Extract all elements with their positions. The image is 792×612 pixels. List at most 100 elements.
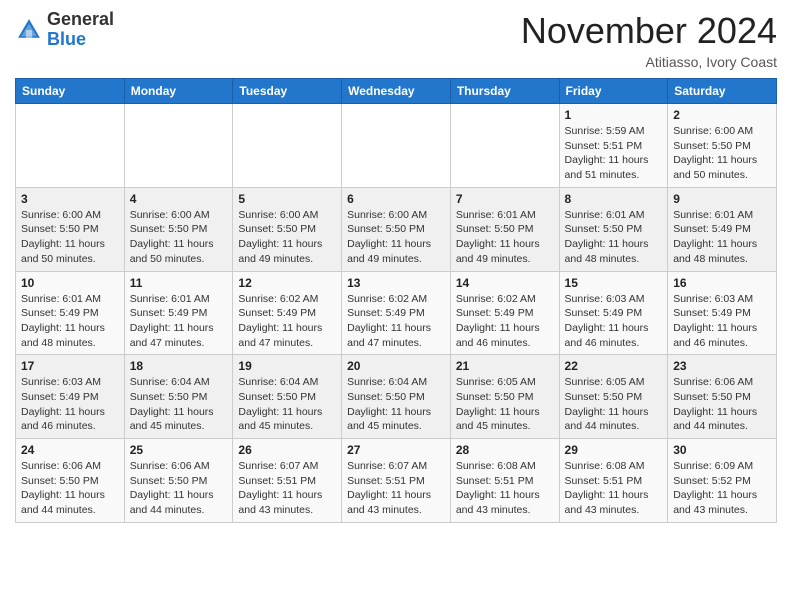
day-info: Sunrise: 6:05 AMSunset: 5:50 PMDaylight:…	[565, 375, 663, 434]
table-row: 15 Sunrise: 6:03 AMSunset: 5:49 PMDayligh…	[559, 271, 668, 355]
table-row: 17 Sunrise: 6:03 AMSunset: 5:49 PMDayligh…	[16, 355, 125, 439]
day-info: Sunrise: 6:01 AMSunset: 5:50 PMDaylight:…	[565, 208, 663, 267]
calendar-header: SundayMondayTuesdayWednesdayThursdayFrid…	[16, 79, 777, 104]
calendar-body: 1 Sunrise: 5:59 AMSunset: 5:51 PMDaylight…	[16, 104, 777, 523]
table-row: 5Sunrise: 6:00 AMSunset: 5:50 PMDaylight…	[233, 187, 342, 271]
weekday-header-thursday: Thursday	[450, 79, 559, 104]
day-number: 11	[130, 276, 228, 290]
calendar-table: SundayMondayTuesdayWednesdayThursdayFrid…	[15, 78, 777, 523]
table-row: 21Sunrise: 6:05 AMSunset: 5:50 PMDayligh…	[450, 355, 559, 439]
day-info: Sunrise: 6:04 AMSunset: 5:50 PMDaylight:…	[238, 375, 336, 434]
day-number: 8	[565, 192, 663, 206]
day-info: Sunrise: 6:01 AMSunset: 5:49 PMDaylight:…	[673, 208, 771, 267]
day-info: Sunrise: 6:02 AMSunset: 5:49 PMDaylight:…	[456, 292, 554, 351]
calendar-week-1: 1 Sunrise: 5:59 AMSunset: 5:51 PMDaylight…	[16, 104, 777, 188]
logo-blue: Blue	[47, 29, 86, 49]
header: General Blue November 2024 Atitiasso, Iv…	[15, 10, 777, 70]
calendar-week-3: 10 Sunrise: 6:01 AMSunset: 5:49 PMDayligh…	[16, 271, 777, 355]
day-number: 13	[347, 276, 445, 290]
day-info: Sunrise: 6:00 AMSunset: 5:50 PMDaylight:…	[130, 208, 228, 267]
logo-icon	[15, 16, 43, 44]
table-row: 26 Sunrise: 6:07 AMSunset: 5:51 PMDayligh…	[233, 439, 342, 523]
day-info: Sunrise: 6:00 AMSunset: 5:50 PMDaylight:…	[238, 208, 336, 267]
table-row: 8 Sunrise: 6:01 AMSunset: 5:50 PMDaylight…	[559, 187, 668, 271]
table-row: 2Sunrise: 6:00 AMSunset: 5:50 PMDaylight…	[668, 104, 777, 188]
day-number: 1	[565, 108, 663, 122]
table-row: 6Sunrise: 6:00 AMSunset: 5:50 PMDaylight…	[342, 187, 451, 271]
day-info: Sunrise: 6:00 AMSunset: 5:50 PMDaylight:…	[347, 208, 445, 267]
weekday-header-monday: Monday	[124, 79, 233, 104]
table-row	[124, 104, 233, 188]
table-row: 11 Sunrise: 6:01 AMSunset: 5:49 PMDayligh…	[124, 271, 233, 355]
location: Atitiasso, Ivory Coast	[521, 54, 777, 70]
table-row: 27 Sunrise: 6:07 AMSunset: 5:51 PMDayligh…	[342, 439, 451, 523]
logo-general: General	[47, 9, 114, 29]
table-row: 16Sunrise: 6:03 AMSunset: 5:49 PMDayligh…	[668, 271, 777, 355]
day-info: Sunrise: 6:01 AMSunset: 5:50 PMDaylight:…	[456, 208, 554, 267]
month-title: November 2024	[521, 10, 777, 52]
day-info: Sunrise: 6:02 AMSunset: 5:49 PMDaylight:…	[238, 292, 336, 351]
table-row	[450, 104, 559, 188]
day-info: Sunrise: 6:08 AMSunset: 5:51 PMDaylight:…	[565, 459, 663, 518]
day-info: Sunrise: 6:07 AMSunset: 5:51 PMDaylight:…	[238, 459, 336, 518]
day-number: 14	[456, 276, 554, 290]
weekday-header-friday: Friday	[559, 79, 668, 104]
table-row: 3 Sunrise: 6:00 AMSunset: 5:50 PMDaylight…	[16, 187, 125, 271]
day-info: Sunrise: 6:03 AMSunset: 5:49 PMDaylight:…	[21, 375, 119, 434]
day-number: 23	[673, 359, 771, 373]
table-row: 23 Sunrise: 6:06 AMSunset: 5:50 PMDayligh…	[668, 355, 777, 439]
day-number: 28	[456, 443, 554, 457]
day-info: Sunrise: 6:00 AMSunset: 5:50 PMDaylight:…	[21, 208, 119, 267]
day-number: 15	[565, 276, 663, 290]
day-number: 29	[565, 443, 663, 457]
table-row: 18 Sunrise: 6:04 AMSunset: 5:50 PMDayligh…	[124, 355, 233, 439]
day-info: Sunrise: 6:06 AMSunset: 5:50 PMDaylight:…	[130, 459, 228, 518]
day-info: Sunrise: 6:09 AMSunset: 5:52 PMDaylight:…	[673, 459, 771, 518]
day-number: 25	[130, 443, 228, 457]
day-info: Sunrise: 6:01 AMSunset: 5:49 PMDaylight:…	[21, 292, 119, 351]
day-number: 3	[21, 192, 119, 206]
table-row: 7 Sunrise: 6:01 AMSunset: 5:50 PMDaylight…	[450, 187, 559, 271]
calendar-week-2: 3 Sunrise: 6:00 AMSunset: 5:50 PMDaylight…	[16, 187, 777, 271]
day-info: Sunrise: 6:06 AMSunset: 5:50 PMDaylight:…	[673, 375, 771, 434]
day-info: Sunrise: 6:04 AMSunset: 5:50 PMDaylight:…	[347, 375, 445, 434]
day-number: 26	[238, 443, 336, 457]
table-row: 14 Sunrise: 6:02 AMSunset: 5:49 PMDayligh…	[450, 271, 559, 355]
table-row: 1 Sunrise: 5:59 AMSunset: 5:51 PMDaylight…	[559, 104, 668, 188]
logo: General Blue	[15, 10, 114, 50]
day-info: Sunrise: 6:07 AMSunset: 5:51 PMDaylight:…	[347, 459, 445, 518]
page: General Blue November 2024 Atitiasso, Iv…	[0, 0, 792, 538]
day-number: 17	[21, 359, 119, 373]
table-row: 28Sunrise: 6:08 AMSunset: 5:51 PMDayligh…	[450, 439, 559, 523]
day-number: 7	[456, 192, 554, 206]
day-info: Sunrise: 6:03 AMSunset: 5:49 PMDaylight:…	[673, 292, 771, 351]
table-row: 25 Sunrise: 6:06 AMSunset: 5:50 PMDayligh…	[124, 439, 233, 523]
table-row: 29 Sunrise: 6:08 AMSunset: 5:51 PMDayligh…	[559, 439, 668, 523]
day-info: Sunrise: 6:02 AMSunset: 5:49 PMDaylight:…	[347, 292, 445, 351]
day-info: Sunrise: 6:01 AMSunset: 5:49 PMDaylight:…	[130, 292, 228, 351]
day-number: 21	[456, 359, 554, 373]
day-number: 9	[673, 192, 771, 206]
table-row	[16, 104, 125, 188]
day-info: Sunrise: 5:59 AMSunset: 5:51 PMDaylight:…	[565, 124, 663, 183]
day-number: 10	[21, 276, 119, 290]
table-row: 24Sunrise: 6:06 AMSunset: 5:50 PMDayligh…	[16, 439, 125, 523]
calendar-week-5: 24Sunrise: 6:06 AMSunset: 5:50 PMDayligh…	[16, 439, 777, 523]
day-info: Sunrise: 6:03 AMSunset: 5:49 PMDaylight:…	[565, 292, 663, 351]
weekday-header-tuesday: Tuesday	[233, 79, 342, 104]
weekday-header-sunday: Sunday	[16, 79, 125, 104]
day-number: 27	[347, 443, 445, 457]
logo-text: General Blue	[47, 10, 114, 50]
day-number: 20	[347, 359, 445, 373]
weekday-header-saturday: Saturday	[668, 79, 777, 104]
calendar-week-4: 17 Sunrise: 6:03 AMSunset: 5:49 PMDayligh…	[16, 355, 777, 439]
weekday-header-row: SundayMondayTuesdayWednesdayThursdayFrid…	[16, 79, 777, 104]
day-number: 18	[130, 359, 228, 373]
day-info: Sunrise: 6:04 AMSunset: 5:50 PMDaylight:…	[130, 375, 228, 434]
table-row	[233, 104, 342, 188]
table-row	[342, 104, 451, 188]
day-number: 12	[238, 276, 336, 290]
table-row: 20 Sunrise: 6:04 AMSunset: 5:50 PMDayligh…	[342, 355, 451, 439]
table-row: 4Sunrise: 6:00 AMSunset: 5:50 PMDaylight…	[124, 187, 233, 271]
day-info: Sunrise: 6:00 AMSunset: 5:50 PMDaylight:…	[673, 124, 771, 183]
